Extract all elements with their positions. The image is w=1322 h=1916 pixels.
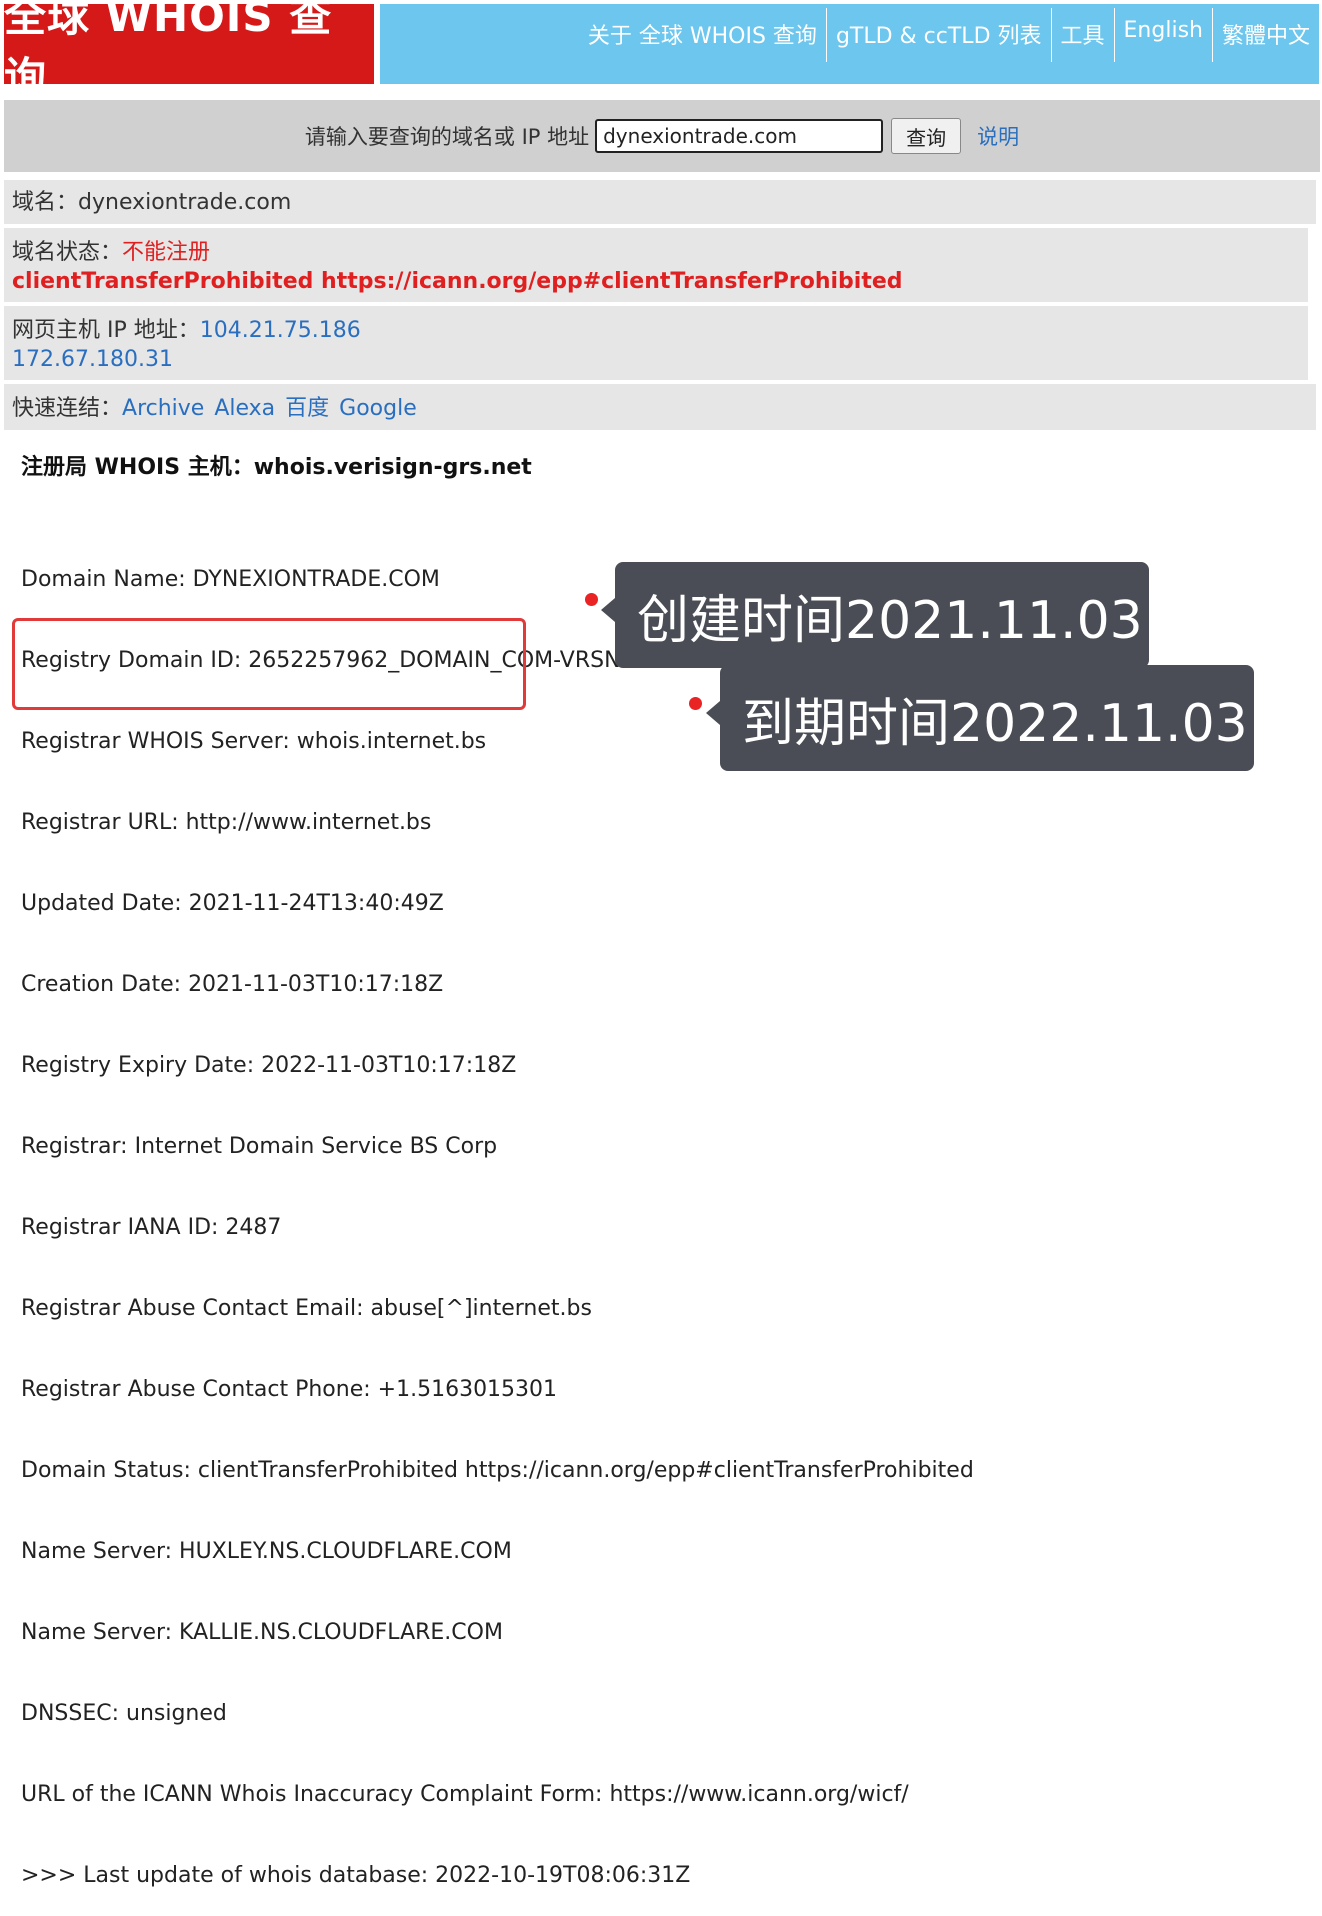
annotation-dot	[689, 697, 702, 710]
top-navigation: 关于 全球 WHOIS 查询 gTLD & ccTLD 列表 工具 Englis…	[380, 4, 1319, 84]
search-input[interactable]	[595, 119, 884, 153]
whois-line-created: Creation Date: 2021-11-03T10:17:18Z	[21, 972, 444, 997]
status-detail: clientTransferProhibited https://icann.o…	[12, 269, 903, 294]
host-ip-label: 网页主机 IP 地址：	[12, 318, 200, 343]
whois-line: Registrar Abuse Contact Email: abuse[^]i…	[21, 1296, 592, 1321]
link-baidu[interactable]: 百度	[285, 396, 329, 421]
quick-links-row: 快速连结：Archive Alexa 百度 Google	[4, 384, 1316, 430]
link-archive[interactable]: Archive	[122, 396, 204, 421]
domain-value: dynexiontrade.com	[78, 190, 292, 215]
site-logo[interactable]: 全球 WHOIS 查询	[4, 0, 374, 102]
annotation-dot	[585, 593, 598, 606]
link-google[interactable]: Google	[339, 396, 417, 421]
whois-line: Name Server: KALLIE.NS.CLOUDFLARE.COM	[21, 1620, 503, 1645]
nav-about[interactable]: 关于 全球 WHOIS 查询	[579, 8, 826, 62]
nav-tools[interactable]: 工具	[1050, 8, 1114, 62]
domain-label: 域名：	[12, 190, 79, 215]
help-link[interactable]: 说明	[977, 121, 1019, 151]
whois-line: Registrar IANA ID: 2487	[21, 1215, 282, 1240]
domain-row: 域名：dynexiontrade.com	[4, 180, 1316, 224]
whois-line: Registrar: Internet Domain Service BS Co…	[21, 1134, 498, 1159]
expiry-date-callout: 到期时间2022.11.03	[706, 665, 1254, 771]
whois-line: >>> Last update of whois database: 2022-…	[21, 1863, 691, 1888]
creation-date-callout: 创建时间2021.11.03	[601, 562, 1149, 668]
nav-tld-list[interactable]: gTLD & ccTLD 列表	[825, 8, 1051, 62]
nav-traditional-chinese[interactable]: 繁體中文	[1211, 8, 1319, 62]
link-alexa[interactable]: Alexa	[214, 396, 275, 421]
host-ip-row: 网页主机 IP 地址：104.21.75.186 172.67.180.31	[4, 306, 1308, 380]
host-ip-link-2[interactable]: 172.67.180.31	[12, 345, 1308, 374]
search-prompt: 请输入要查询的域名或 IP 地址	[304, 125, 590, 149]
status-value: 不能注册	[122, 240, 211, 265]
status-row: 域名状态：不能注册 clientTransferProhibited https…	[4, 228, 1308, 302]
quick-links-label: 快速连结：	[12, 396, 123, 421]
whois-line: Domain Status: clientTransferProhibited …	[21, 1458, 974, 1483]
query-button[interactable]: 查询	[891, 118, 962, 154]
dates-highlight-box	[12, 618, 526, 710]
whois-server-heading: 注册局 WHOIS 主机：whois.verisign-grs.net	[21, 455, 532, 480]
whois-line: Registrar URL: http://www.internet.bs	[21, 810, 432, 835]
whois-line: DNSSEC: unsigned	[21, 1701, 227, 1726]
whois-line: Registrar Abuse Contact Phone: +1.516301…	[21, 1377, 558, 1402]
search-bar: 请输入要查询的域名或 IP 地址 查询 说明	[4, 100, 1320, 172]
nav-english[interactable]: English	[1113, 8, 1212, 62]
whois-line-updated: Updated Date: 2021-11-24T13:40:49Z	[21, 891, 444, 916]
whois-line-expiry: Registry Expiry Date: 2022-11-03T10:17:1…	[21, 1053, 517, 1078]
status-label: 域名状态：	[12, 240, 123, 265]
host-ip-link-1[interactable]: 104.21.75.186	[200, 318, 361, 343]
whois-line: URL of the ICANN Whois Inaccuracy Compla…	[21, 1782, 909, 1807]
whois-line: Name Server: HUXLEY.NS.CLOUDFLARE.COM	[21, 1539, 512, 1564]
